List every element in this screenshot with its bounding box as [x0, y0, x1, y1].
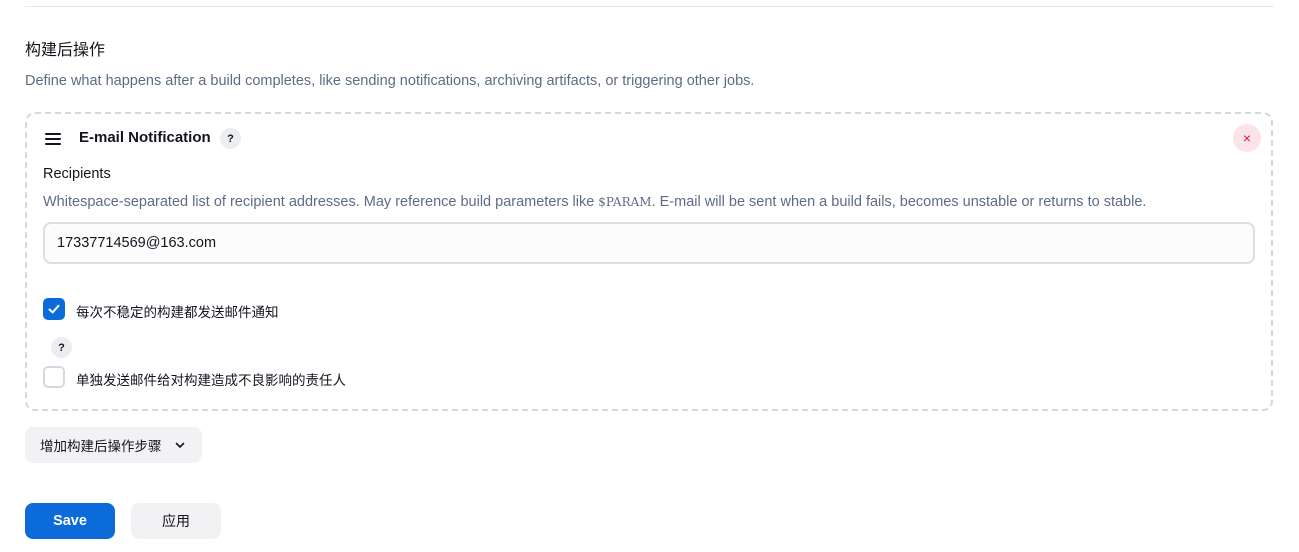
section-description: Define what happens after a build comple…: [25, 73, 755, 89]
chevron-down-icon: [174, 439, 186, 451]
unstable-build-label[interactable]: 每次不稳定的构建都发送邮件通知: [76, 301, 279, 321]
remove-step-button[interactable]: ×: [1233, 124, 1261, 152]
individual-email-checkbox[interactable]: [43, 366, 65, 388]
section-title: 构建后操作: [25, 42, 106, 59]
add-post-build-step-button[interactable]: 增加构建后操作步骤: [25, 427, 202, 463]
recipients-input[interactable]: [43, 222, 1255, 264]
email-notification-step: E-mail Notification ? × Recipients White…: [25, 112, 1273, 411]
unstable-build-checkbox[interactable]: [43, 298, 65, 320]
checkmark-icon: [48, 304, 60, 314]
top-divider: [25, 6, 1274, 7]
help-icon[interactable]: ?: [220, 128, 241, 149]
recipients-description-text: Whitespace-separated list of recipient a…: [43, 194, 599, 210]
recipients-description-text-end: . E-mail will be sent when a build fails…: [651, 194, 1147, 210]
add-step-label: 增加构建后操作步骤: [40, 439, 162, 454]
recipients-description: Whitespace-separated list of recipient a…: [43, 194, 1146, 210]
recipients-label: Recipients: [43, 166, 111, 182]
step-title: E-mail Notification: [79, 129, 211, 146]
close-icon: ×: [1242, 130, 1252, 146]
apply-button[interactable]: 应用: [131, 503, 221, 539]
param-code: $PARAM: [598, 195, 652, 209]
save-button[interactable]: Save: [25, 503, 115, 539]
drag-handle-icon[interactable]: [45, 133, 61, 145]
help-icon[interactable]: ?: [51, 337, 72, 358]
individual-email-label[interactable]: 单独发送邮件给对构建造成不良影响的责任人: [76, 369, 346, 389]
